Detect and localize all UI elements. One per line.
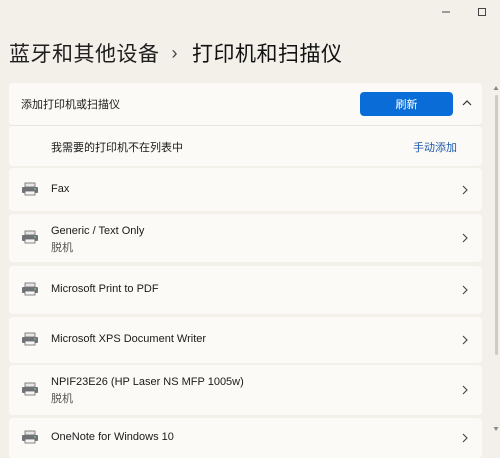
minimize-button[interactable] [428, 0, 464, 24]
add-printer-label: 添加打印机或扫描仪 [21, 99, 120, 111]
maximize-button[interactable] [464, 0, 500, 24]
printer-row[interactable]: OneNote for Windows 10 [9, 418, 482, 458]
printer-row[interactable]: NPIF23E26 (HP Laser NS MFP 1005w) 脱机 [9, 365, 482, 415]
chevron-right-icon [462, 335, 468, 345]
printer-not-listed-label: 我需要的打印机不在列表中 [51, 142, 183, 154]
chevron-right-icon [462, 185, 468, 195]
printer-not-listed-row: 我需要的打印机不在列表中 手动添加 [9, 126, 482, 166]
add-printer-section: 添加打印机或扫描仪 刷新 [9, 83, 482, 126]
printer-icon [22, 332, 38, 346]
chevron-right-icon [462, 433, 468, 443]
printer-row[interactable]: Microsoft XPS Document Writer [9, 317, 482, 363]
printer-name: OneNote for Windows 10 [51, 431, 174, 443]
printer-name: NPIF23E26 (HP Laser NS MFP 1005w) [51, 376, 244, 388]
breadcrumb-separator: › [171, 42, 178, 63]
printer-row[interactable]: Microsoft Print to PDF [9, 266, 482, 314]
printer-icon [22, 430, 38, 444]
maximize-icon [478, 8, 486, 16]
printer-icon [22, 230, 38, 244]
scroll-down-icon[interactable] [493, 426, 499, 432]
breadcrumb-parent[interactable]: 蓝牙和其他设备 [9, 38, 160, 68]
printer-name: Microsoft Print to PDF [51, 283, 159, 295]
chevron-right-icon [462, 285, 468, 295]
scroll-up-icon[interactable] [493, 85, 499, 91]
manual-add-link[interactable]: 手动添加 [413, 139, 457, 155]
page-title: 打印机和扫描仪 [192, 43, 343, 66]
printer-name: Fax [51, 183, 70, 195]
printer-icon [22, 282, 38, 296]
chevron-right-icon [462, 233, 468, 243]
printer-row[interactable]: Fax [9, 168, 482, 211]
refresh-button[interactable]: 刷新 [360, 92, 453, 116]
printer-icon [22, 182, 38, 196]
breadcrumb: 蓝牙和其他设备 › 打印机和扫描仪 [9, 38, 343, 68]
window-controls [428, 0, 500, 24]
chevron-up-icon[interactable] [461, 97, 473, 109]
printer-name: Microsoft XPS Document Writer [51, 333, 207, 345]
printer-name: Generic / Text Only [51, 225, 145, 237]
printer-status: 脱机 [51, 242, 73, 254]
chevron-right-icon [462, 385, 468, 395]
printer-status: 脱机 [51, 393, 73, 405]
printer-icon [22, 382, 38, 396]
printer-row[interactable]: Generic / Text Only 脱机 [9, 214, 482, 262]
scrollbar-thumb[interactable] [495, 95, 498, 355]
minimize-icon [442, 11, 450, 13]
